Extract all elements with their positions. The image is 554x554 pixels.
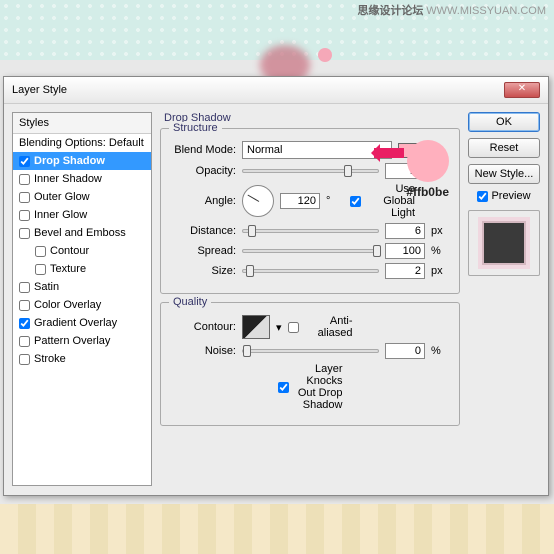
style-item[interactable]: Drop Shadow	[13, 152, 151, 170]
preview-swatch	[482, 221, 526, 265]
style-label: Bevel and Emboss	[34, 227, 126, 239]
style-item[interactable]: Color Overlay	[13, 296, 151, 314]
reset-button[interactable]: Reset	[468, 138, 540, 158]
style-item[interactable]: Satin	[13, 278, 151, 296]
color-annotation: #ffb0be	[406, 140, 449, 199]
style-item[interactable]: Pattern Overlay	[13, 332, 151, 350]
style-checkbox[interactable]	[19, 282, 30, 293]
color-annotation-swatch	[407, 140, 449, 182]
distance-field[interactable]	[385, 223, 425, 239]
noise-slider[interactable]	[242, 349, 379, 353]
style-label: Stroke	[34, 353, 66, 365]
style-label: Satin	[34, 281, 59, 293]
style-label: Contour	[50, 245, 89, 257]
style-checkbox[interactable]	[19, 300, 30, 311]
distance-slider[interactable]	[242, 229, 379, 233]
bg-dot	[318, 48, 332, 62]
opacity-label: Opacity:	[171, 165, 236, 177]
style-item[interactable]: Bevel and Emboss	[13, 224, 151, 242]
quality-fieldset: Quality Contour: ▾ Anti-aliased Noise: %…	[160, 302, 460, 426]
style-label: Pattern Overlay	[34, 335, 110, 347]
style-label: Texture	[50, 263, 86, 275]
size-unit: px	[431, 265, 449, 277]
color-annotation-label: #ffb0be	[406, 185, 449, 199]
layer-style-dialog: Layer Style ✕ Styles Blending Options: D…	[3, 76, 549, 496]
noise-field[interactable]	[385, 343, 425, 359]
style-label: Inner Glow	[34, 209, 87, 221]
style-item[interactable]: Outer Glow	[13, 188, 151, 206]
preview-group	[468, 210, 540, 276]
antialiased-checkbox[interactable]: Anti-aliased	[288, 315, 353, 339]
angle-field[interactable]	[280, 193, 320, 209]
spread-unit: %	[431, 245, 449, 257]
opacity-slider[interactable]	[242, 169, 379, 173]
size-field[interactable]	[385, 263, 425, 279]
distance-label: Distance:	[171, 225, 236, 237]
style-item[interactable]: Inner Shadow	[13, 170, 151, 188]
contour-picker[interactable]	[242, 315, 270, 339]
spread-slider[interactable]	[242, 249, 379, 253]
background-bottom	[0, 504, 554, 554]
preview-checkbox[interactable]: Preview	[468, 190, 540, 202]
angle-unit: °	[326, 195, 344, 207]
new-style-button[interactable]: New Style...	[468, 164, 540, 184]
style-item[interactable]: Gradient Overlay	[13, 314, 151, 332]
contour-dropdown-icon[interactable]: ▾	[276, 321, 282, 334]
ok-button[interactable]: OK	[468, 112, 540, 132]
watermark: 思缘设计论坛 WWW.MISSYUAN.COM	[357, 2, 546, 18]
style-checkbox[interactable]	[19, 174, 30, 185]
style-item[interactable]: Blending Options: Default	[13, 134, 151, 152]
style-label: Drop Shadow	[34, 155, 105, 167]
noise-label: Noise:	[171, 345, 236, 357]
styles-panel: Styles Blending Options: Default Drop Sha…	[12, 112, 152, 486]
spread-label: Spread:	[171, 245, 236, 257]
style-checkbox[interactable]	[19, 228, 30, 239]
style-checkbox[interactable]	[19, 318, 30, 329]
structure-legend: Structure	[169, 122, 222, 134]
styles-header[interactable]: Styles	[13, 113, 151, 134]
arrow-annotation	[374, 148, 404, 158]
angle-label: Angle:	[171, 195, 236, 207]
noise-unit: %	[431, 345, 449, 357]
style-checkbox[interactable]	[35, 246, 46, 257]
spread-field[interactable]	[385, 243, 425, 259]
contour-label: Contour:	[171, 321, 236, 333]
style-label: Outer Glow	[34, 191, 90, 203]
style-label: Gradient Overlay	[34, 317, 117, 329]
style-checkbox[interactable]	[19, 336, 30, 347]
style-label: Blending Options: Default	[19, 137, 144, 149]
style-label: Inner Shadow	[34, 173, 102, 185]
style-label: Color Overlay	[34, 299, 101, 311]
style-checkbox[interactable]	[19, 156, 30, 167]
size-slider[interactable]	[242, 269, 379, 273]
style-item[interactable]: Texture	[13, 260, 151, 278]
global-light-checkbox[interactable]: Use Global Light	[350, 183, 415, 219]
size-label: Size:	[171, 265, 236, 277]
style-checkbox[interactable]	[19, 192, 30, 203]
right-panel: OK Reset New Style... Preview	[468, 112, 540, 486]
dialog-title: Layer Style	[12, 84, 67, 96]
style-item[interactable]: Stroke	[13, 350, 151, 368]
styles-list: Blending Options: Default Drop Shadow Inne…	[13, 134, 151, 485]
blend-mode-label: Blend Mode:	[171, 144, 236, 156]
distance-unit: px	[431, 225, 449, 237]
style-item[interactable]: Contour	[13, 242, 151, 260]
close-button[interactable]: ✕	[504, 82, 540, 98]
angle-dial[interactable]	[242, 185, 274, 217]
knockout-checkbox[interactable]: Layer Knocks Out Drop Shadow	[278, 363, 343, 411]
style-checkbox[interactable]	[35, 264, 46, 275]
quality-legend: Quality	[169, 296, 211, 308]
titlebar[interactable]: Layer Style ✕	[4, 77, 548, 104]
style-checkbox[interactable]	[19, 354, 30, 365]
style-checkbox[interactable]	[19, 210, 30, 221]
style-item[interactable]: Inner Glow	[13, 206, 151, 224]
